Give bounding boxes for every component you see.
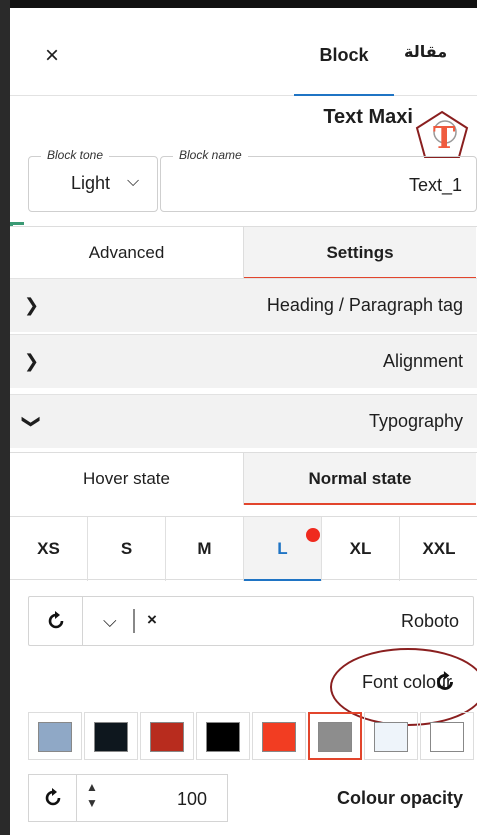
window-top-edge — [0, 0, 477, 8]
accordion-label: Heading / Paragraph tag — [266, 295, 463, 315]
swatch-fill — [262, 722, 296, 752]
font-family-select[interactable]: ⌵ × Roboto — [28, 596, 474, 646]
reset-icon-graphic — [48, 611, 63, 629]
accordion-heading-tag[interactable]: ❯ Heading / Paragraph tag — [10, 278, 477, 332]
accordion-alignment[interactable]: ❯ Alignment — [10, 334, 477, 388]
size-l[interactable]: L — [244, 517, 322, 581]
accordion-label: Typography — [368, 411, 463, 431]
swatch-3[interactable] — [140, 712, 194, 760]
block-tone-select[interactable]: Block tone Light ⌵ — [28, 148, 158, 212]
chevron-right-icon: ❯ — [24, 351, 40, 371]
swatch-4[interactable] — [196, 712, 250, 760]
swatch-2[interactable] — [84, 712, 138, 760]
block-title: Text Maxi — [323, 106, 413, 128]
chevron-down-icon: ⌵ — [127, 173, 140, 190]
tab-hover-state[interactable]: Hover state — [10, 453, 243, 505]
swatch-fill — [94, 722, 128, 752]
close-icon[interactable]: × — [147, 610, 157, 630]
colour-opacity-label: Colour opacity — [336, 788, 463, 808]
opacity-value: 100 — [176, 789, 207, 809]
settings-tabs: Advanced Settings — [10, 226, 477, 279]
tab-advanced[interactable]: Advanced — [10, 227, 243, 279]
swatch-fill — [374, 722, 408, 752]
block-name-value: Text_1 — [408, 175, 462, 195]
size-xxl[interactable]: XXL — [400, 517, 477, 581]
panel-header: × Block مقالة — [10, 8, 477, 96]
breakpoint-sizes: XS S M L XL XXL — [10, 516, 477, 581]
swatch-6[interactable] — [308, 712, 362, 760]
chevron-down-icon: ❯ — [22, 413, 43, 430]
swatch-8[interactable] — [420, 712, 474, 760]
state-tabs: Hover state Normal state — [10, 452, 477, 505]
active-indicator-dot — [306, 528, 320, 542]
accordion-label: Alignment — [382, 351, 463, 371]
close-icon[interactable]: × — [42, 44, 62, 68]
stepper-arrows-icon[interactable]: ▲ ▼ — [85, 779, 99, 817]
size-xl[interactable]: XL — [322, 517, 400, 581]
size-s[interactable]: S — [88, 517, 166, 581]
swatch-fill — [38, 722, 72, 752]
swatch-fill — [206, 722, 240, 752]
svg-text:T: T — [433, 121, 456, 156]
tab-normal-state[interactable]: Normal state — [243, 453, 476, 505]
chevron-right-icon: ❯ — [24, 295, 40, 315]
block-title-row: Text Maxi — [10, 104, 477, 134]
block-tone-label: Block tone — [41, 148, 110, 162]
font-family-value: Roboto — [400, 611, 459, 631]
reset-icon[interactable] — [29, 775, 77, 821]
block-tone-value: Light — [71, 173, 111, 193]
separator — [133, 609, 135, 633]
tab-article[interactable]: مقالة — [404, 42, 447, 62]
size-xs[interactable]: XS — [10, 517, 88, 581]
tab-settings[interactable]: Settings — [243, 227, 476, 279]
text-maxi-icon: T — [415, 110, 469, 158]
reset-icon-graphic — [45, 788, 60, 806]
swatch-fill — [150, 722, 184, 752]
swatch-fill — [318, 722, 352, 752]
block-name-label: Block name — [173, 148, 248, 162]
swatch-1[interactable] — [28, 712, 82, 760]
block-settings-panel: × Block مقالة Text Maxi T Block tone Lig… — [10, 8, 477, 835]
swatch-7[interactable] — [364, 712, 418, 760]
window-left-edge — [0, 0, 10, 835]
swatch-fill — [430, 722, 464, 752]
tab-block[interactable]: Block — [294, 40, 394, 96]
colour-opacity-input[interactable]: ▲ ▼ 100 — [28, 774, 228, 822]
reset-icon[interactable] — [29, 597, 83, 645]
chevron-down-icon[interactable]: ⌵ — [103, 611, 117, 632]
colour-swatches — [28, 712, 477, 760]
size-m[interactable]: M — [166, 517, 244, 581]
accordion-typography[interactable]: ❯ Typography — [10, 394, 477, 448]
swatch-5[interactable] — [252, 712, 306, 760]
block-name-field[interactable]: Block name Text_1 — [160, 148, 477, 212]
